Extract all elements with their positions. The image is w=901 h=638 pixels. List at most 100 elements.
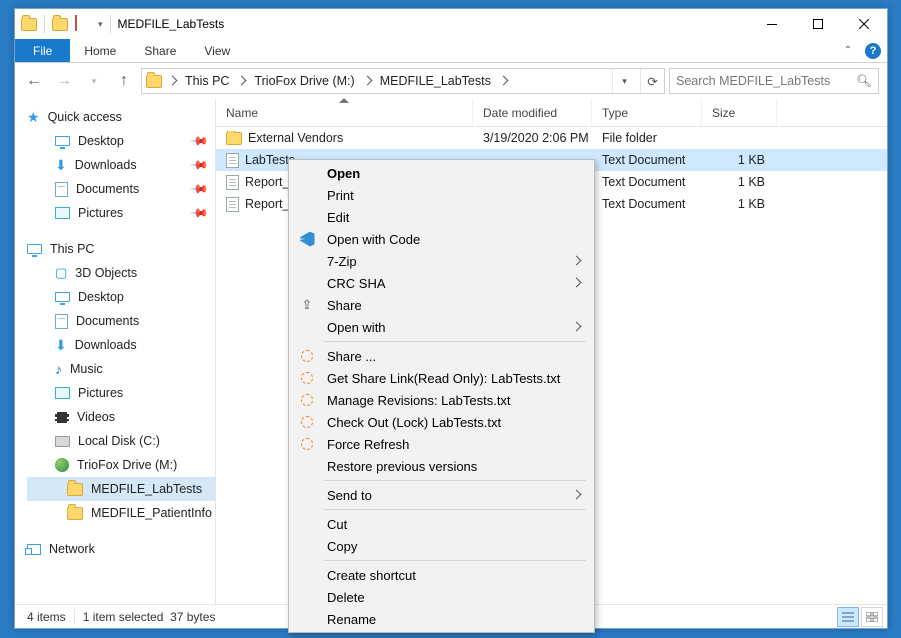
triofox-icon [301, 394, 313, 406]
menu-print[interactable]: Print [289, 184, 594, 206]
sidebar-quick-access[interactable]: ★Quick access [27, 105, 215, 129]
menu-open[interactable]: Open [289, 162, 594, 184]
column-type[interactable]: Type [592, 99, 702, 126]
minimize-button[interactable] [749, 9, 795, 39]
chevron-right-icon[interactable] [166, 76, 179, 87]
triofox-icon [301, 350, 313, 362]
column-headers: Name Date modified Type Size [216, 99, 887, 127]
sidebar-triofox-drive[interactable]: TrioFox Drive (M:) [27, 453, 215, 477]
sidebar-pictures2[interactable]: Pictures [27, 381, 215, 405]
crumb-thispc[interactable]: This PC [183, 74, 231, 88]
sidebar-documents2[interactable]: Documents [27, 309, 215, 333]
sidebar-local-disk[interactable]: Local Disk (C:) [27, 429, 215, 453]
crumb-drive[interactable]: TrioFox Drive (M:) [252, 74, 356, 88]
back-button[interactable]: ← [21, 68, 47, 94]
menu-copy[interactable]: Copy [289, 535, 594, 557]
menu-check-out[interactable]: Check Out (Lock) LabTests.txt [289, 411, 594, 433]
address-dropdown-icon[interactable]: ▾ [612, 69, 636, 93]
pin-icon: 📌 [189, 203, 209, 223]
ribbon-tabs: File Home Share View ⌃ ? [15, 39, 887, 63]
pin-icon: 📌 [189, 131, 209, 151]
up-button[interactable]: ↑ [111, 68, 137, 94]
chevron-right-icon[interactable] [235, 76, 248, 87]
sidebar-medfile-patientinfo[interactable]: MEDFILE_PatientInfo [27, 501, 215, 525]
sidebar-this-pc[interactable]: This PC [27, 237, 215, 261]
menu-separator [323, 560, 586, 561]
qat-open-icon[interactable] [52, 18, 68, 31]
sidebar-videos[interactable]: Videos [27, 405, 215, 429]
menu-send-to[interactable]: Send to [289, 484, 594, 506]
chevron-right-icon[interactable] [497, 76, 510, 87]
history-dropdown-icon[interactable]: ▾ [81, 68, 107, 94]
sidebar-desktop2[interactable]: Desktop [27, 285, 215, 309]
forward-button[interactable]: → [51, 68, 77, 94]
share-icon: ⇪ [302, 297, 313, 313]
disk-icon [55, 436, 70, 447]
menu-separator [323, 341, 586, 342]
tab-share[interactable]: Share [130, 39, 190, 62]
search-placeholder: Search MEDFILE_LabTests [676, 74, 856, 88]
column-date[interactable]: Date modified [473, 99, 592, 126]
menu-manage-revisions[interactable]: Manage Revisions: LabTests.txt [289, 389, 594, 411]
tab-file[interactable]: File [15, 39, 70, 62]
view-large-button[interactable] [861, 607, 883, 627]
sidebar-downloads2[interactable]: ⬇Downloads [27, 333, 215, 357]
column-size[interactable]: Size [702, 99, 777, 126]
menu-force-refresh[interactable]: Force Refresh [289, 433, 594, 455]
menu-open-with[interactable]: Open with [289, 316, 594, 338]
text-file-icon [226, 175, 239, 190]
folder-icon [226, 132, 242, 145]
address-bar[interactable]: This PC TrioFox Drive (M:) MEDFILE_LabTe… [141, 68, 665, 94]
menu-cut[interactable]: Cut [289, 513, 594, 535]
sidebar-network[interactable]: Network [27, 537, 215, 561]
menu-7zip[interactable]: 7-Zip [289, 250, 594, 272]
sidebar-music[interactable]: ♪Music [27, 357, 215, 381]
menu-edit[interactable]: Edit [289, 206, 594, 228]
status-bytes: 37 bytes [170, 610, 215, 624]
qat-dropdown-icon[interactable]: ▾ [98, 19, 103, 30]
menu-open-with-code[interactable]: Open with Code [289, 228, 594, 250]
desktop-icon [55, 136, 70, 146]
menu-get-share-link[interactable]: Get Share Link(Read Only): LabTests.txt [289, 367, 594, 389]
chevron-right-icon [573, 255, 580, 267]
menu-crc-sha[interactable]: CRC SHA [289, 272, 594, 294]
pin-icon: 📌 [189, 155, 209, 175]
help-button[interactable]: ? [859, 39, 887, 62]
sidebar-medfile-labtests[interactable]: MEDFILE_LabTests [27, 477, 215, 501]
sidebar-desktop[interactable]: Desktop📌 [27, 129, 215, 153]
status-item-count: 4 items [19, 609, 75, 625]
menu-separator [323, 509, 586, 510]
chevron-right-icon [573, 489, 580, 501]
nav-row: ← → ▾ ↑ This PC TrioFox Drive (M:) MEDFI… [15, 63, 887, 99]
sidebar-3d-objects[interactable]: ▢3D Objects [27, 261, 215, 285]
sidebar-pictures[interactable]: Pictures📌 [27, 201, 215, 225]
context-menu: Open Print Edit Open with Code 7-Zip CRC… [288, 159, 595, 633]
file-row[interactable]: External Vendors 3/19/2020 2:06 PM File … [216, 127, 887, 149]
triofox-icon [301, 416, 313, 428]
menu-create-shortcut[interactable]: Create shortcut [289, 564, 594, 586]
ribbon-collapse-icon[interactable]: ⌃ [837, 39, 859, 62]
close-button[interactable] [841, 9, 887, 39]
sidebar-documents[interactable]: Documents📌 [27, 177, 215, 201]
column-name[interactable]: Name [216, 99, 473, 126]
qat-properties-icon[interactable] [75, 16, 91, 32]
chevron-right-icon [573, 277, 580, 289]
menu-restore-versions[interactable]: Restore previous versions [289, 455, 594, 477]
tab-home[interactable]: Home [70, 39, 130, 62]
crumb-folder[interactable]: MEDFILE_LabTests [378, 74, 493, 88]
view-details-button[interactable] [837, 607, 859, 627]
chevron-right-icon[interactable] [361, 76, 374, 87]
refresh-button[interactable]: ⟳ [640, 69, 664, 93]
menu-share-dots[interactable]: Share ... [289, 345, 594, 367]
pictures-icon [55, 387, 70, 399]
tab-view[interactable]: View [190, 39, 244, 62]
sidebar-downloads[interactable]: ⬇Downloads📌 [27, 153, 215, 177]
menu-share[interactable]: ⇪Share [289, 294, 594, 316]
menu-delete[interactable]: Delete [289, 586, 594, 608]
menu-rename[interactable]: Rename [289, 608, 594, 630]
search-input[interactable]: Search MEDFILE_LabTests 🔍︎ [669, 68, 879, 94]
vscode-icon [300, 232, 315, 247]
menu-separator [323, 480, 586, 481]
cube-icon: ▢ [55, 265, 67, 281]
maximize-button[interactable] [795, 9, 841, 39]
